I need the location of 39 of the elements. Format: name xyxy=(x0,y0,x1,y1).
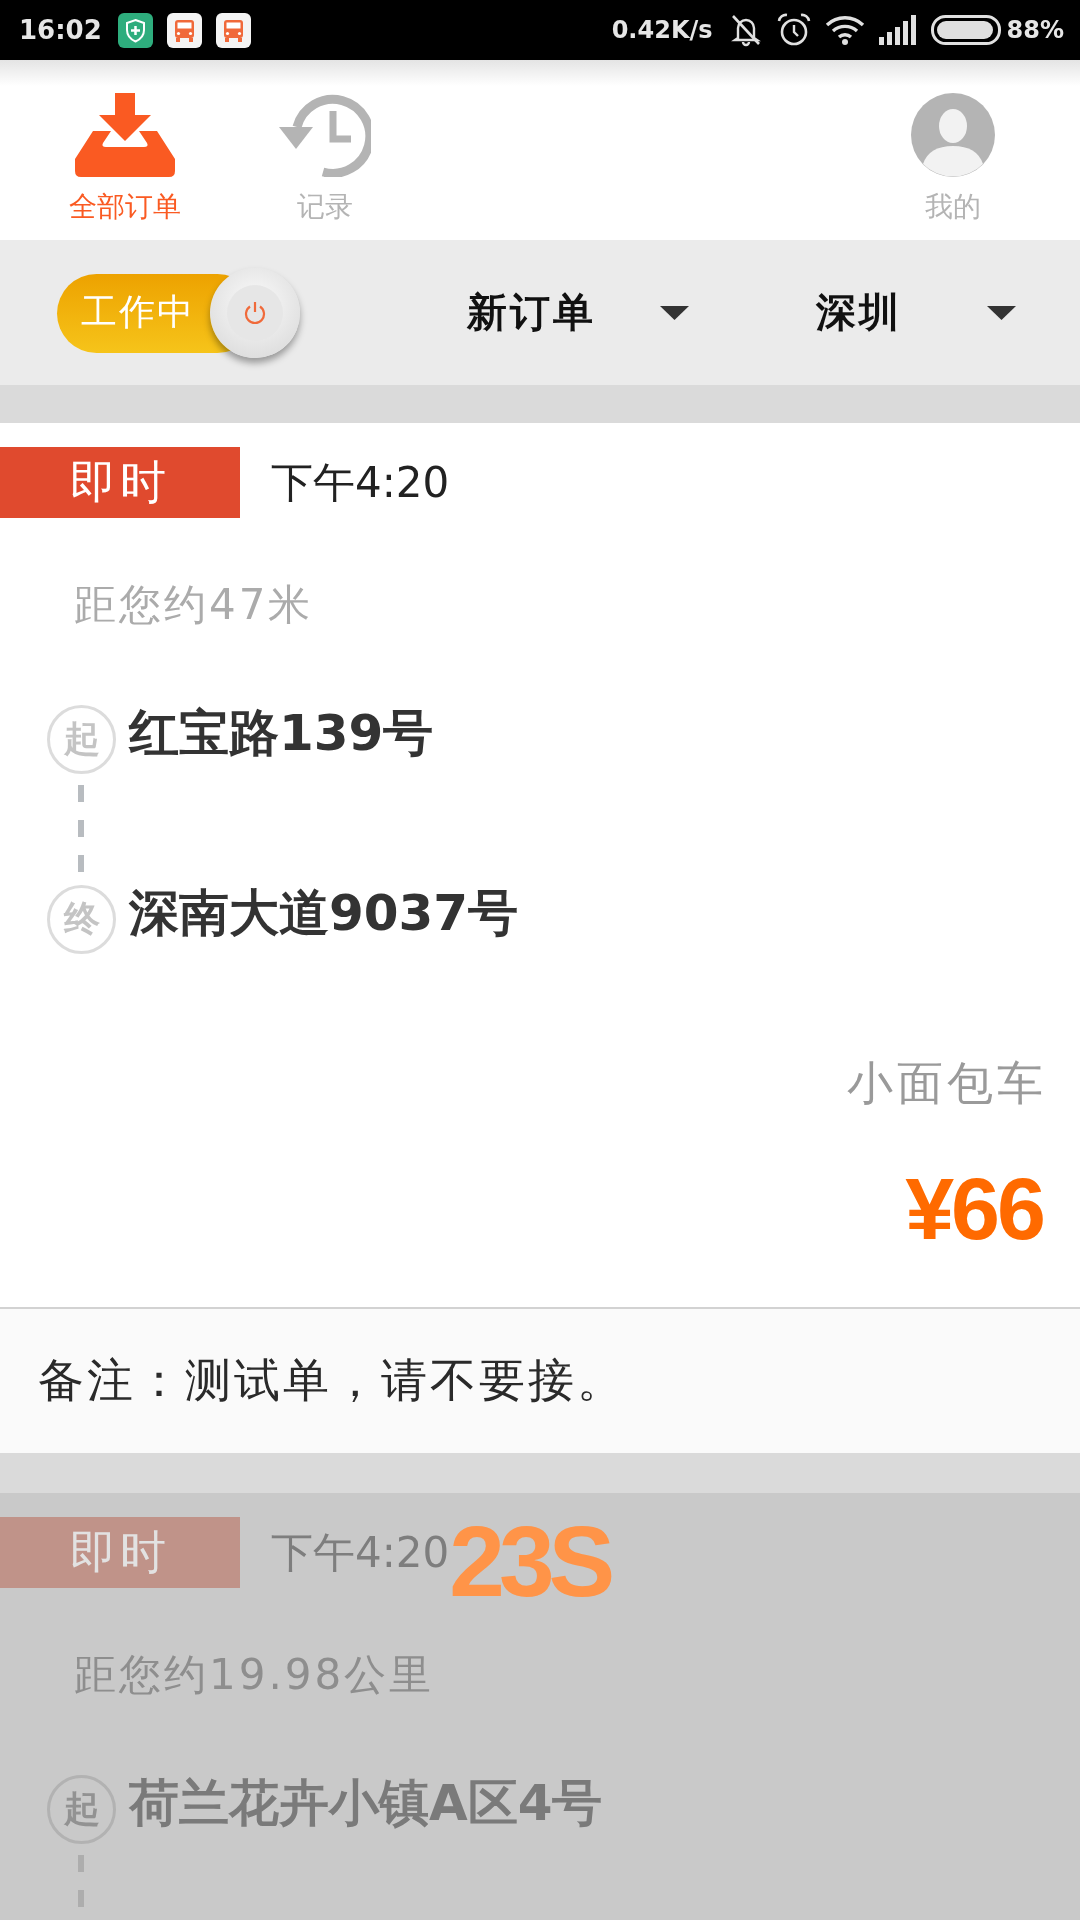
caret-icon xyxy=(660,305,689,320)
truck-icon xyxy=(215,12,251,48)
battery-percent: 88% xyxy=(1006,16,1064,44)
route-marker: 终 xyxy=(47,885,116,954)
power-icon xyxy=(243,300,267,325)
distance-text: 距您约19.98公里 xyxy=(74,1650,435,1700)
remark-text: 备注：测试单，请不要接。 xyxy=(38,1352,626,1409)
dropdown-button[interactable]: 新订单 xyxy=(467,285,689,340)
work-toggle[interactable]: 工作中 xyxy=(57,267,300,358)
route-marker: 起 xyxy=(47,705,116,774)
price-text: ¥66 xyxy=(905,1164,1043,1254)
history-icon xyxy=(279,93,371,177)
order-time: 下午4:20 xyxy=(271,456,450,509)
truck-icon xyxy=(166,12,202,48)
avatar-icon xyxy=(911,93,995,177)
address-text: 红宝路139号 xyxy=(129,705,434,761)
order-tag: 即时 xyxy=(0,447,240,518)
battery-icon xyxy=(930,15,1001,45)
dropdown-button[interactable]: 深圳 xyxy=(816,285,1016,340)
network-speed: 0.42K/s xyxy=(611,16,713,44)
countdown-timer: 23S xyxy=(449,1511,610,1611)
address-text: 深南大道9037号 xyxy=(129,885,519,941)
tray-arrow-icon xyxy=(75,93,175,177)
caret-icon xyxy=(987,305,1016,320)
nav-tab[interactable]: 全部订单 xyxy=(25,60,225,240)
order-time: 下午4:20 xyxy=(271,1526,450,1579)
toggle-knob[interactable] xyxy=(210,267,300,358)
nav-tab[interactable]: 记录 xyxy=(225,60,425,240)
nav-tab[interactable]: 我的 xyxy=(853,60,1053,240)
distance-text: 距您约47米 xyxy=(74,580,314,630)
address-text: 荷兰花卉小镇A区4号 xyxy=(129,1775,603,1831)
vehicle-type: 小面包车 xyxy=(847,1055,1047,1111)
shield-icon xyxy=(117,12,153,48)
order-card[interactable]: 即时 下午4:20 距您约47米 起 红宝路139号 终 深南大道9037号 小面包车 ¥66 xyxy=(0,423,1080,1307)
wifi-icon xyxy=(824,14,865,46)
alarm-clock-icon xyxy=(776,13,811,47)
order-tag: 即时 xyxy=(0,1517,240,1588)
signal-icon xyxy=(878,15,917,45)
status-time: 16:02 xyxy=(19,15,102,45)
